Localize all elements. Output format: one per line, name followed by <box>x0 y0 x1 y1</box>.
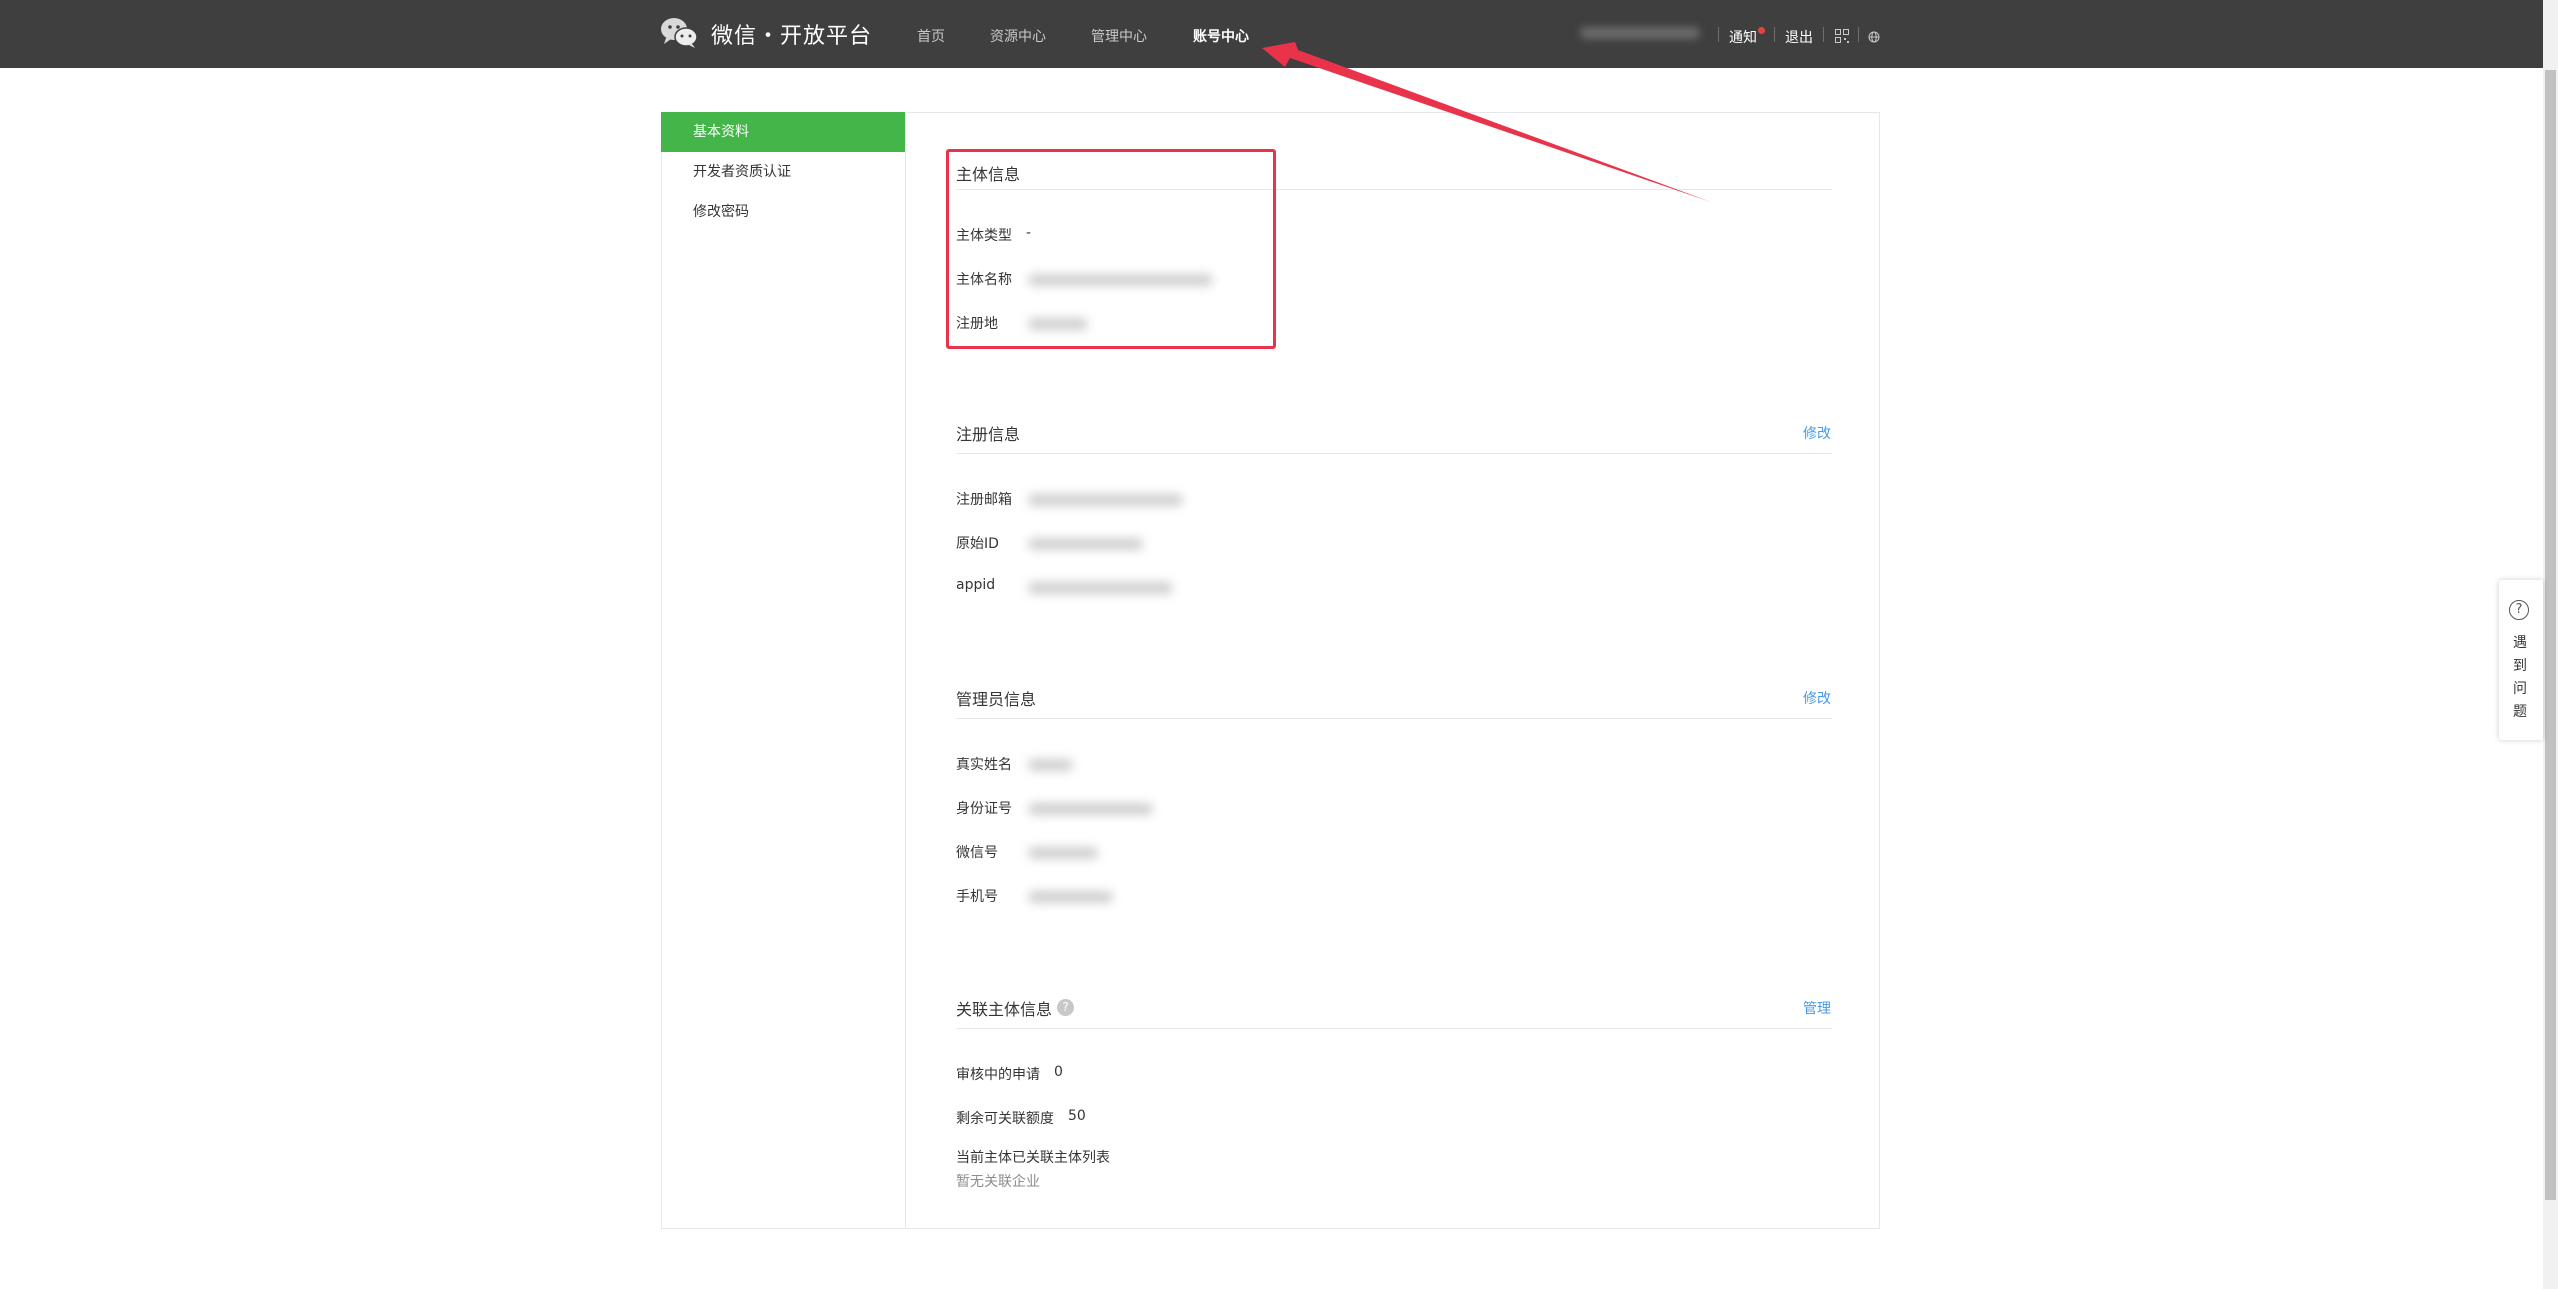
question-icon: ? <box>2509 600 2529 620</box>
annotation-arrow <box>1262 42 1711 202</box>
floating-help-widget[interactable]: ? 遇到问题 <box>2499 580 2543 740</box>
floating-help-text: 遇到问题 <box>2513 635 2527 720</box>
